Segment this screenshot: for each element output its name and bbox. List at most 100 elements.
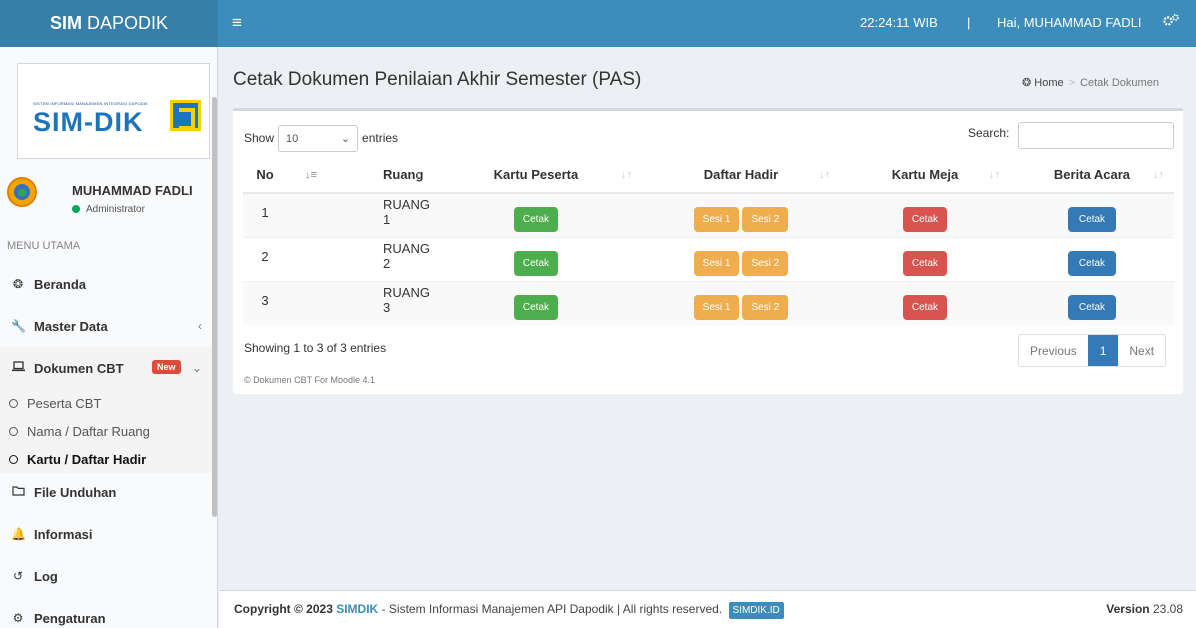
avatar	[7, 177, 37, 207]
sesi-2-button[interactable]: Sesi 2	[742, 251, 789, 276]
sidebar-item-label: Pengaturan	[34, 610, 106, 626]
table-row: 3 RUANG 3 Cetak Sesi 1 Sesi 2 Cetak Cetak	[243, 280, 1174, 325]
column-header-daftar-hadir[interactable]: Daftar Hadir ↓↑	[641, 157, 840, 194]
chevron-down-icon: ⌄	[340, 133, 351, 145]
footer: Copyright © 2023 SIMDIK - Sistem Informa…	[219, 590, 1196, 628]
page-title: Cetak Dokumen Penilaian Akhir Semester (…	[233, 69, 642, 90]
cetak-kartu-meja-button[interactable]: Cetak	[902, 251, 948, 276]
bell-icon: 🔔	[11, 527, 26, 541]
cetak-kartu-peserta-button[interactable]: Cetak	[513, 207, 559, 233]
cetak-berita-acara-button[interactable]: Cetak	[1067, 251, 1117, 276]
module-note: © Dokumen CBT For Moodle 4.1	[244, 375, 376, 385]
cetak-kartu-peserta-button[interactable]: Cetak	[513, 251, 559, 276]
version-number: 23.08	[1152, 602, 1183, 616]
logo-text: DAPODIK	[86, 13, 169, 33]
page-1-button[interactable]: 1	[1087, 335, 1119, 366]
sidebar-item-label: Log	[34, 568, 58, 584]
sesi-1-button[interactable]: Sesi 1	[693, 295, 740, 321]
sidebar-subitem-peserta-cbt[interactable]: Peserta CBT	[0, 389, 212, 417]
sidebar: SISTEM INFORMASI MANAJEMEN INTEGRASI DAP…	[0, 47, 218, 628]
sidebar-subitem-daftar-ruang[interactable]: Nama / Daftar Ruang	[0, 417, 212, 445]
sidebar-item-dokumen-cbt[interactable]: Dokumen CBT New ⌄	[0, 347, 212, 389]
cetak-kartu-meja-button[interactable]: Cetak	[902, 295, 948, 321]
sidebar-item-label: File Unduhan	[34, 484, 117, 500]
cetak-kartu-peserta-button[interactable]: Cetak	[513, 295, 559, 321]
laptop-icon	[11, 361, 25, 375]
brand-logo: SISTEM INFORMASI MANAJEMEN INTEGRASI DAP…	[17, 63, 210, 159]
sort-icon: ↓↑	[408, 169, 420, 181]
column-header-ruang[interactable]: Ruang ↓↑	[287, 157, 430, 194]
brand-tagline: SISTEM INFORMASI MANAJEMEN INTEGRASI DAP…	[33, 101, 149, 106]
entries-select[interactable]: 10 ⌄	[278, 125, 359, 152]
sidebar-item-label: Dokumen CBT	[34, 360, 124, 376]
pagination: Previous 1 Next	[1018, 334, 1167, 367]
sidebar-item-beranda[interactable]: ❂ Beranda	[0, 263, 212, 305]
folder-icon	[11, 485, 25, 499]
column-header-no[interactable]: No ↓≡	[243, 157, 317, 194]
cetak-kartu-meja-button[interactable]: Cetak	[902, 207, 948, 233]
brand-name: SIM-DIK	[33, 107, 144, 137]
cogs-icon[interactable]	[1163, 13, 1180, 31]
menu-header: MENU UTAMA	[7, 240, 81, 252]
breadcrumb: ❂ Home > Cetak Dokumen	[1022, 76, 1159, 89]
sesi-1-button[interactable]: Sesi 1	[693, 251, 740, 276]
search-input[interactable]	[1018, 122, 1174, 149]
breadcrumb-separator: >	[1068, 77, 1076, 89]
data-table-box: Show 10 ⌄ entries Search: No ↓≡ Ruang ↓↑ K…	[233, 108, 1183, 394]
sidebar-item-master-data[interactable]: 🔧 Master Data ‹	[0, 305, 212, 347]
sesi-2-button[interactable]: Sesi 2	[742, 295, 789, 321]
sidebar-scrollbar[interactable]	[212, 97, 217, 517]
sesi-2-button[interactable]: Sesi 2	[742, 207, 789, 233]
previous-button[interactable]: Previous	[1019, 335, 1088, 366]
cell-ruang: RUANG 3	[287, 280, 430, 325]
separator: |	[967, 15, 971, 30]
cell-kartu-meja: Cetak	[839, 192, 1010, 237]
clock: 22:24:11 WIB	[860, 15, 938, 30]
new-badge: New	[152, 360, 181, 374]
sidebar-item-label: Informasi	[34, 526, 93, 542]
sort-icon: ↓↑	[1153, 169, 1164, 181]
sidebar-subitem-kartu-daftar-hadir[interactable]: Kartu / Daftar Hadir	[0, 445, 212, 473]
cell-no: 2	[243, 236, 287, 281]
sesi-1-button[interactable]: Sesi 1	[693, 207, 740, 233]
user-panel: MUHAMMAD FADLI Administrator	[0, 171, 212, 227]
chevron-down-icon: ⌄	[191, 361, 202, 375]
sidebar-item-file-unduhan[interactable]: File Unduhan	[0, 471, 212, 513]
copyright-text: Copyright © 2023	[234, 602, 333, 616]
cell-ruang: RUANG 1	[287, 192, 430, 237]
version-label: Version	[1106, 602, 1150, 616]
dashboard-icon: ❂	[1022, 77, 1035, 89]
column-header-kartu-meja[interactable]: Kartu Meja ↓↑	[839, 157, 1010, 194]
sidebar-item-log[interactable]: ↺ Log	[0, 555, 212, 597]
cetak-berita-acara-button[interactable]: Cetak	[1067, 295, 1117, 321]
next-button[interactable]: Next	[1118, 335, 1165, 366]
sidebar-item-label: Beranda	[34, 276, 87, 292]
search-label: Search:	[968, 126, 1010, 140]
cetak-berita-acara-button[interactable]: Cetak	[1067, 207, 1117, 233]
copyright: Copyright © 2023 SIMDIK - Sistem Informa…	[234, 602, 784, 619]
online-status-icon	[72, 205, 80, 213]
cell-no: 3	[243, 280, 287, 325]
wrench-icon: 🔧	[11, 319, 26, 333]
breadcrumb-home[interactable]: Home	[1034, 77, 1063, 89]
footer-tag-badge[interactable]: SIMDIK.ID	[728, 602, 784, 619]
cell-berita-acara: Cetak	[1009, 236, 1174, 281]
footer-brand-link[interactable]: SIMDIK	[336, 602, 378, 616]
sidebar-item-label: Master Data	[34, 318, 108, 334]
sidebar-toggle-icon[interactable]: ≡	[232, 14, 242, 32]
sidebar-item-pengaturan[interactable]: ⚙ Pengaturan	[0, 597, 212, 628]
table-info: Showing 1 to 3 of 3 entries	[244, 341, 387, 355]
cell-kartu-peserta: Cetak	[429, 236, 642, 281]
sidebar-subitem-label: Peserta CBT	[27, 395, 102, 411]
circle-icon	[9, 454, 18, 464]
data-table: No ↓≡ Ruang ↓↑ Kartu Peserta ↓↑ Daftar Hadi…	[243, 157, 1174, 325]
top-navbar: SIM DAPODIK ≡ 22:24:11 WIB | Hai, MUHAMM…	[0, 0, 1196, 47]
dashboard-icon: ❂	[12, 277, 24, 291]
cell-berita-acara: Cetak	[1009, 280, 1174, 325]
footer-description: - Sistem Informasi Manajemen API Dapodik…	[381, 602, 723, 616]
column-header-kartu-peserta[interactable]: Kartu Peserta ↓↑	[429, 157, 642, 194]
sidebar-item-informasi[interactable]: 🔔 Informasi	[0, 513, 212, 555]
user-greeting[interactable]: Hai, MUHAMMAD FADLI	[997, 15, 1141, 30]
column-header-berita-acara[interactable]: Berita Acara ↓↑	[1009, 157, 1174, 194]
app-logo[interactable]: SIM DAPODIK	[0, 0, 218, 47]
